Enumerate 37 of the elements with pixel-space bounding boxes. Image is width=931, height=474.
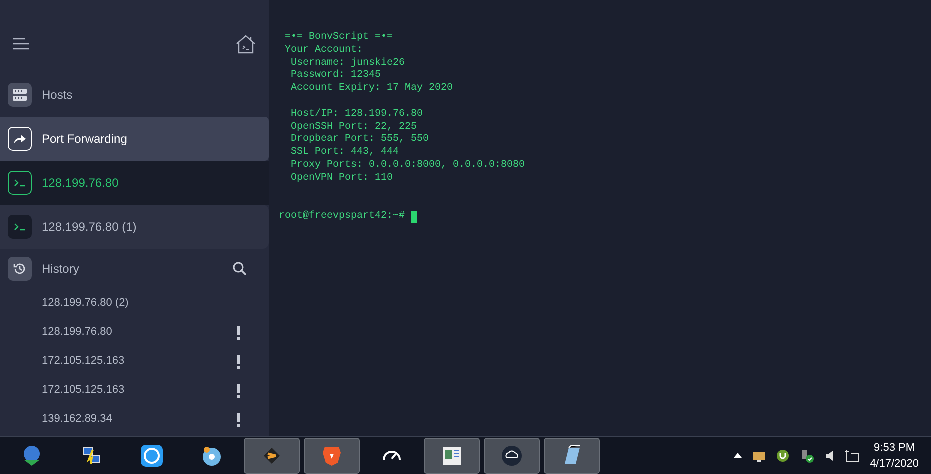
history-item[interactable]: 172.105.125.163 — [42, 382, 237, 399]
history-icon — [8, 257, 32, 281]
torrent-icon[interactable] — [776, 448, 790, 462]
terminal-prompt: root@freevpspart42:~# — [279, 210, 406, 224]
search-icon[interactable] — [233, 262, 247, 276]
taskbar-app-button[interactable] — [424, 438, 480, 474]
terminal-line: Host/IP: 128.199.76.80 — [290, 108, 424, 122]
terminal-line: Username: junskie26 — [290, 58, 406, 70]
text-cursor — [411, 210, 418, 223]
terminal-line: OpenSSH Port: 22, 225 — [290, 122, 418, 134]
tray-arrow-icon[interactable] — [734, 453, 742, 458]
terminal-line: =•= BonvScript =•= — [284, 32, 394, 45]
terminal-line: Password: 12345 — [290, 70, 382, 82]
terminal-prompt-icon — [8, 171, 32, 195]
session-item[interactable]: 128.199.76.80 (1) — [0, 205, 269, 249]
terminal-prompt-icon — [8, 215, 32, 239]
history-item[interactable]: 128.199.76.80 (2) — [42, 295, 241, 312]
nav-item[interactable]: Port Forwarding — [0, 117, 269, 161]
clock-date[interactable]: 4/17/2020 — [870, 456, 919, 472]
speaker-icon[interactable] — [824, 448, 834, 462]
history-item[interactable]: 139.162.89.34 — [42, 411, 237, 428]
session-item[interactable]: 128.199.76.80 — [0, 161, 269, 205]
terminal-line: Account Expiry: 17 May 2020 — [290, 83, 454, 96]
nav-item[interactable]: Hosts — [0, 73, 269, 117]
terminal-line: SSL Port: 443, 444 — [290, 147, 400, 160]
terminal-line: OpenVPN Port: 110 — [290, 172, 394, 186]
terminal-line: Proxy Ports: 0.0.0.0:8000, 0.0.0.0:8080 — [290, 160, 526, 173]
history-item[interactable]: 128.199.76.80 — [42, 324, 237, 341]
terminal-line: Dropbear Port: 555, 550 — [290, 134, 430, 147]
clock-time[interactable]: 9:53 PM — [874, 440, 916, 456]
server-icon — [8, 83, 32, 107]
terminal-line: Your Account: — [284, 44, 364, 58]
home-terminal-icon[interactable] — [235, 34, 257, 54]
history-heading: History — [42, 261, 80, 278]
menu-icon[interactable] — [12, 38, 30, 50]
history-item[interactable]: 172.105.125.163 — [42, 353, 237, 370]
usb-check-icon[interactable] — [800, 448, 814, 462]
